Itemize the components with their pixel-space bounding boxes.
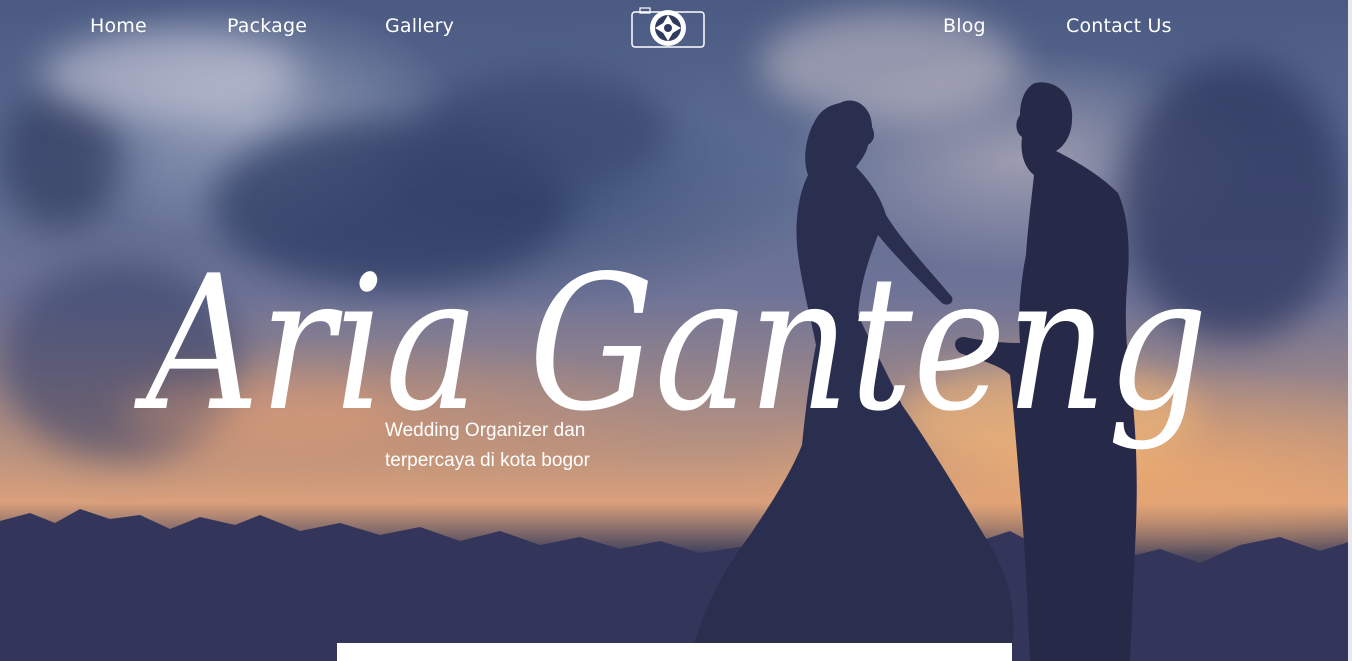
hero-subtitle: Wedding Organizer dan terpercaya di kota…	[385, 416, 645, 476]
cloud	[420, 70, 670, 190]
hero-subtitle-line-1: Wedding Organizer dan	[385, 420, 586, 441]
nav-contact-link[interactable]: Contact Us	[1066, 15, 1172, 37]
nav-package-link[interactable]: Package	[227, 15, 307, 37]
nav-home-link[interactable]: Home	[90, 15, 147, 37]
hero-section: Home Package Gallery Blog Contact Us Ari…	[0, 0, 1352, 661]
top-navigation: Home Package Gallery Blog Contact Us	[0, 0, 1352, 56]
nav-gallery-link[interactable]: Gallery	[385, 15, 454, 37]
hero-subtitle-line-2: terpercaya di kota bogor	[385, 450, 590, 471]
content-panel-edge	[337, 643, 1012, 661]
couple-silhouette	[690, 82, 1137, 661]
nav-blog-link[interactable]: Blog	[943, 15, 986, 37]
cloud	[120, 380, 400, 450]
cloud	[1120, 60, 1350, 340]
camera-icon[interactable]	[630, 5, 706, 49]
scrollbar[interactable]	[1348, 0, 1352, 661]
